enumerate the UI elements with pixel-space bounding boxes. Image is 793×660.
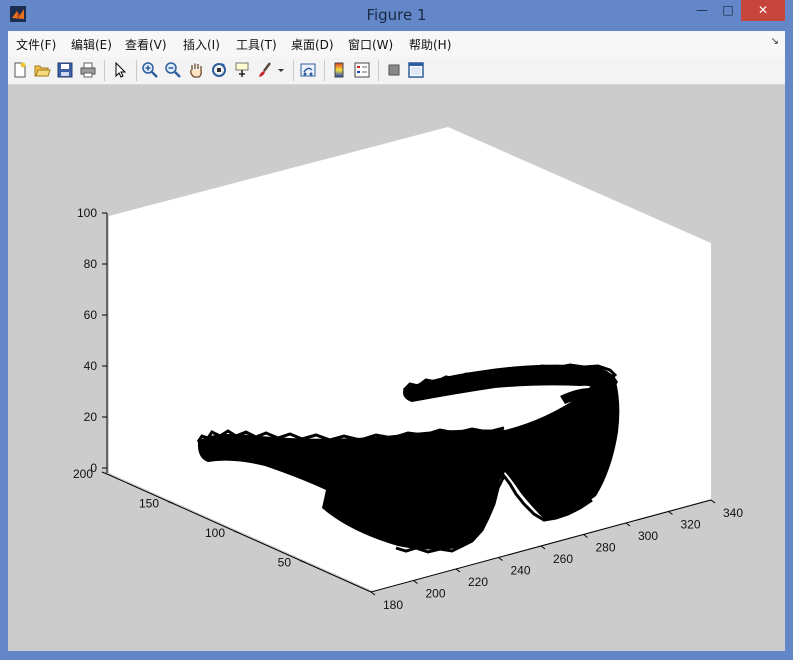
- z-tick-label: 20: [84, 410, 98, 424]
- minimize-button[interactable]: —: [689, 0, 715, 21]
- x-tick-label: 200: [426, 587, 446, 601]
- open-file-icon[interactable]: [33, 61, 51, 79]
- x-tick-mark: [455, 568, 461, 573]
- data-cursor-icon[interactable]: [233, 61, 251, 79]
- zoom-in-icon[interactable]: [141, 61, 159, 79]
- menu-overflow-icon[interactable]: ↘: [771, 36, 779, 47]
- dropdown-arrow-icon[interactable]: [276, 61, 286, 79]
- x-tick-mark: [498, 557, 503, 561]
- x-tick-mark: [668, 511, 673, 515]
- axes-3d[interactable]: 0204060801005010015020018020022024026028…: [8, 85, 785, 651]
- x-tick-label: 280: [596, 541, 616, 555]
- pointer-icon[interactable]: [111, 61, 129, 79]
- menu-help[interactable]: 帮助(H): [409, 36, 451, 53]
- legend-icon[interactable]: [353, 61, 371, 79]
- y-tick-label: 50: [278, 556, 292, 570]
- figure-canvas: 0 20 40 60 80 100 50 100 150 200 180 200 220 240 260 28…: [8, 85, 785, 651]
- hide-plot-tools-icon[interactable]: [385, 61, 403, 79]
- menu-bar: 文件(F) 编辑(E) 查看(V) 插入(I) 工具(T) 桌面(D) 窗口(W…: [8, 31, 785, 57]
- menu-insert[interactable]: 插入(I): [183, 36, 220, 53]
- y-tick-mark: [101, 471, 108, 475]
- rotate-3d-icon[interactable]: [210, 61, 228, 79]
- menu-edit[interactable]: 编辑(E): [71, 36, 112, 53]
- show-plot-tools-icon[interactable]: [407, 61, 425, 79]
- save-icon[interactable]: [56, 61, 74, 79]
- z-tick-label: 60: [84, 308, 98, 322]
- brush-icon[interactable]: [256, 61, 274, 79]
- toolbar-separator: [378, 60, 379, 81]
- menu-view[interactable]: 查看(V): [125, 36, 167, 53]
- matlab-figure-window: Figure 1 — □ ✕ 文件(F) 编辑(E) 查看(V) 插入(I) 工…: [0, 0, 793, 660]
- menu-tools[interactable]: 工具(T): [236, 36, 277, 53]
- maximize-button[interactable]: □: [715, 0, 741, 21]
- y-tick-label: 100: [205, 526, 225, 540]
- x-tick-mark: [413, 580, 418, 584]
- x-tick-label: 220: [468, 575, 488, 589]
- menu-window[interactable]: 窗口(W): [348, 36, 393, 53]
- link-plot-icon[interactable]: [299, 61, 317, 79]
- z-tick-label: 80: [84, 257, 98, 271]
- toolbar-separator: [324, 60, 325, 81]
- y-tick-mark: [167, 501, 174, 504]
- x-tick-mark: [625, 522, 631, 527]
- colorbar-icon[interactable]: [330, 61, 348, 79]
- x-tick-label: 260: [553, 552, 573, 566]
- close-button[interactable]: ✕: [741, 0, 785, 21]
- y-tick-mark: [233, 530, 240, 534]
- x-tick-mark: [583, 534, 588, 538]
- x-tick-label: 300: [638, 529, 658, 543]
- title-bar[interactable]: Figure 1 — □ ✕: [0, 0, 793, 30]
- print-icon[interactable]: [79, 61, 97, 79]
- toolbar-separator: [136, 60, 137, 81]
- x-tick-label: 340: [723, 506, 743, 520]
- x-tick-mark: [710, 499, 716, 504]
- y-tick-label: 150: [139, 497, 159, 511]
- toolbar-separator: [293, 60, 294, 81]
- x-tick-mark: [540, 545, 546, 550]
- x-tick-label: 240: [511, 564, 531, 578]
- window-title: Figure 1: [366, 6, 427, 24]
- new-figure-icon[interactable]: [11, 61, 29, 79]
- pan-hand-icon[interactable]: [187, 61, 205, 79]
- z-tick-label: 40: [84, 359, 98, 373]
- y-tick-label: 200: [73, 467, 93, 481]
- toolbar: [8, 57, 785, 85]
- x-tick-label: 180: [383, 598, 403, 612]
- menu-file[interactable]: 文件(F): [16, 36, 56, 53]
- y-tick-mark: [299, 560, 306, 563]
- x-tick-mark: [370, 591, 376, 596]
- zoom-out-icon[interactable]: [164, 61, 182, 79]
- x-tick-label: 320: [681, 518, 701, 532]
- toolbar-separator: [104, 60, 105, 81]
- menu-desktop[interactable]: 桌面(D): [291, 36, 334, 53]
- z-tick-label: 100: [77, 206, 97, 220]
